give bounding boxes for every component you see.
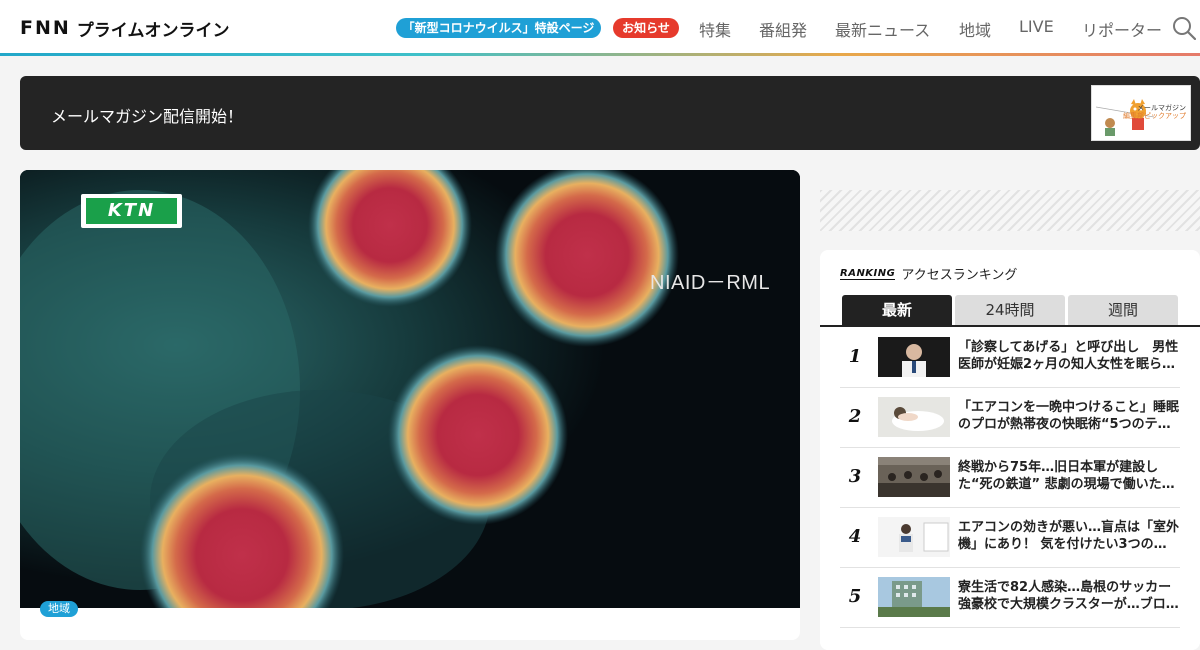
- ranking-label-jp: アクセスランキング: [901, 268, 1018, 283]
- rank-number: 3: [848, 466, 862, 487]
- rank-number: 2: [848, 406, 862, 427]
- banner-text: メールマガジン配信開始！: [51, 107, 244, 126]
- ranking-item[interactable]: 2 「エアコンを一晩中つけること」睡眠のプロが熱帯夜の快眠術“5つのテ…: [840, 388, 1180, 448]
- nav-region[interactable]: 地域: [959, 17, 991, 41]
- rank-title: 終戦から75年…旧日本軍が建設した“死の鉄道” 悲劇の現場で働いた…: [958, 460, 1175, 492]
- rank-title: 「エアコンを一晩中つけること」睡眠のプロが熱帯夜の快眠術“5つのテ…: [958, 400, 1180, 432]
- site-header: FNN プライムオンライン 「新型コロナウイルス」特設ページ お知らせ 特集 番…: [0, 0, 1200, 56]
- tab-weekly[interactable]: 週間: [1068, 295, 1178, 325]
- nav-programs[interactable]: 番組発: [759, 17, 807, 41]
- rank-thumbnail: [878, 337, 950, 377]
- newsletter-banner[interactable]: メールマガジン配信開始！ メールマガジン 編集部ピックアップ: [20, 76, 1200, 150]
- search-icon[interactable]: [1172, 16, 1196, 40]
- ranking-tabs: 最新 24時間 週間: [820, 295, 1200, 327]
- ranking-item[interactable]: 4 エアコンの効きが悪い…盲点は「室外機」にあり！ 気を付けたい3つの…: [840, 508, 1180, 568]
- banner-thumbnail-text: メールマガジン 編集部ピックアップ: [1123, 104, 1186, 120]
- rank-number: 5: [848, 586, 862, 607]
- rank-thumbnail: [878, 397, 950, 437]
- ranking-heading: RANKING アクセスランキング: [840, 264, 1017, 283]
- nav-feature[interactable]: 特集: [699, 17, 731, 41]
- rank-title: 寮生活で82人感染…島根のサッカー強豪校で大規模クラスターが…ブロ…: [958, 580, 1179, 612]
- header-accent-bar: [0, 53, 1200, 56]
- category-badge[interactable]: 地域: [40, 601, 78, 617]
- rank-number: 1: [848, 346, 862, 367]
- ranking-item[interactable]: 5 寮生活で82人感染…島根のサッカー強豪校で大規模クラスターが…ブロ…: [840, 568, 1180, 628]
- nav-reporter[interactable]: リポーター: [1082, 17, 1162, 41]
- rank-number: 4: [848, 526, 862, 547]
- ranking-label-en: RANKING: [840, 267, 896, 280]
- rank-title: 「診察してあげる」と呼び出し 男性医師が妊娠2ヶ月の知人女性を眠ら…: [958, 340, 1179, 372]
- rank-thumbnail: [878, 577, 950, 617]
- virus-microscope-image: [20, 170, 800, 608]
- logo-fnn: FNN: [20, 17, 71, 39]
- tab-latest[interactable]: 最新: [842, 295, 952, 325]
- access-ranking-panel: RANKING アクセスランキング 最新 24時間 週間 1 「診察してあげる」…: [820, 250, 1200, 650]
- image-credit-watermark: NIAID－RML: [650, 272, 771, 294]
- site-logo[interactable]: FNN プライムオンライン: [20, 16, 230, 41]
- ktn-station-logo: KTN: [81, 194, 182, 228]
- ad-placeholder: [820, 190, 1200, 231]
- rank-title: エアコンの効きが悪い…盲点は「室外機」にあり！ 気を付けたい3つの…: [958, 520, 1180, 552]
- tab-24h[interactable]: 24時間: [955, 295, 1065, 325]
- nav-latest-news[interactable]: 最新ニュース: [835, 17, 930, 41]
- rank-thumbnail: [878, 457, 950, 497]
- rank-thumbnail: [878, 517, 950, 557]
- featured-article-card[interactable]: KTN NIAID－RML 地域: [20, 170, 800, 640]
- ktn-logo-text: KTN: [86, 198, 177, 224]
- ranking-item[interactable]: 1 「診察してあげる」と呼び出し 男性医師が妊娠2ヶ月の知人女性を眠ら…: [840, 328, 1180, 388]
- ranking-item[interactable]: 3 終戦から75年…旧日本軍が建設した“死の鉄道” 悲劇の現場で働いた…: [840, 448, 1180, 508]
- logo-text: プライムオンライン: [76, 20, 230, 41]
- covid-special-page-link[interactable]: 「新型コロナウイルス」特設ページ: [396, 18, 601, 38]
- nav-live[interactable]: LIVE: [1019, 17, 1054, 36]
- article-hero-image[interactable]: KTN NIAID－RML: [20, 170, 800, 608]
- banner-thumbnail: メールマガジン 編集部ピックアップ: [1091, 85, 1191, 141]
- notice-link[interactable]: お知らせ: [613, 18, 679, 38]
